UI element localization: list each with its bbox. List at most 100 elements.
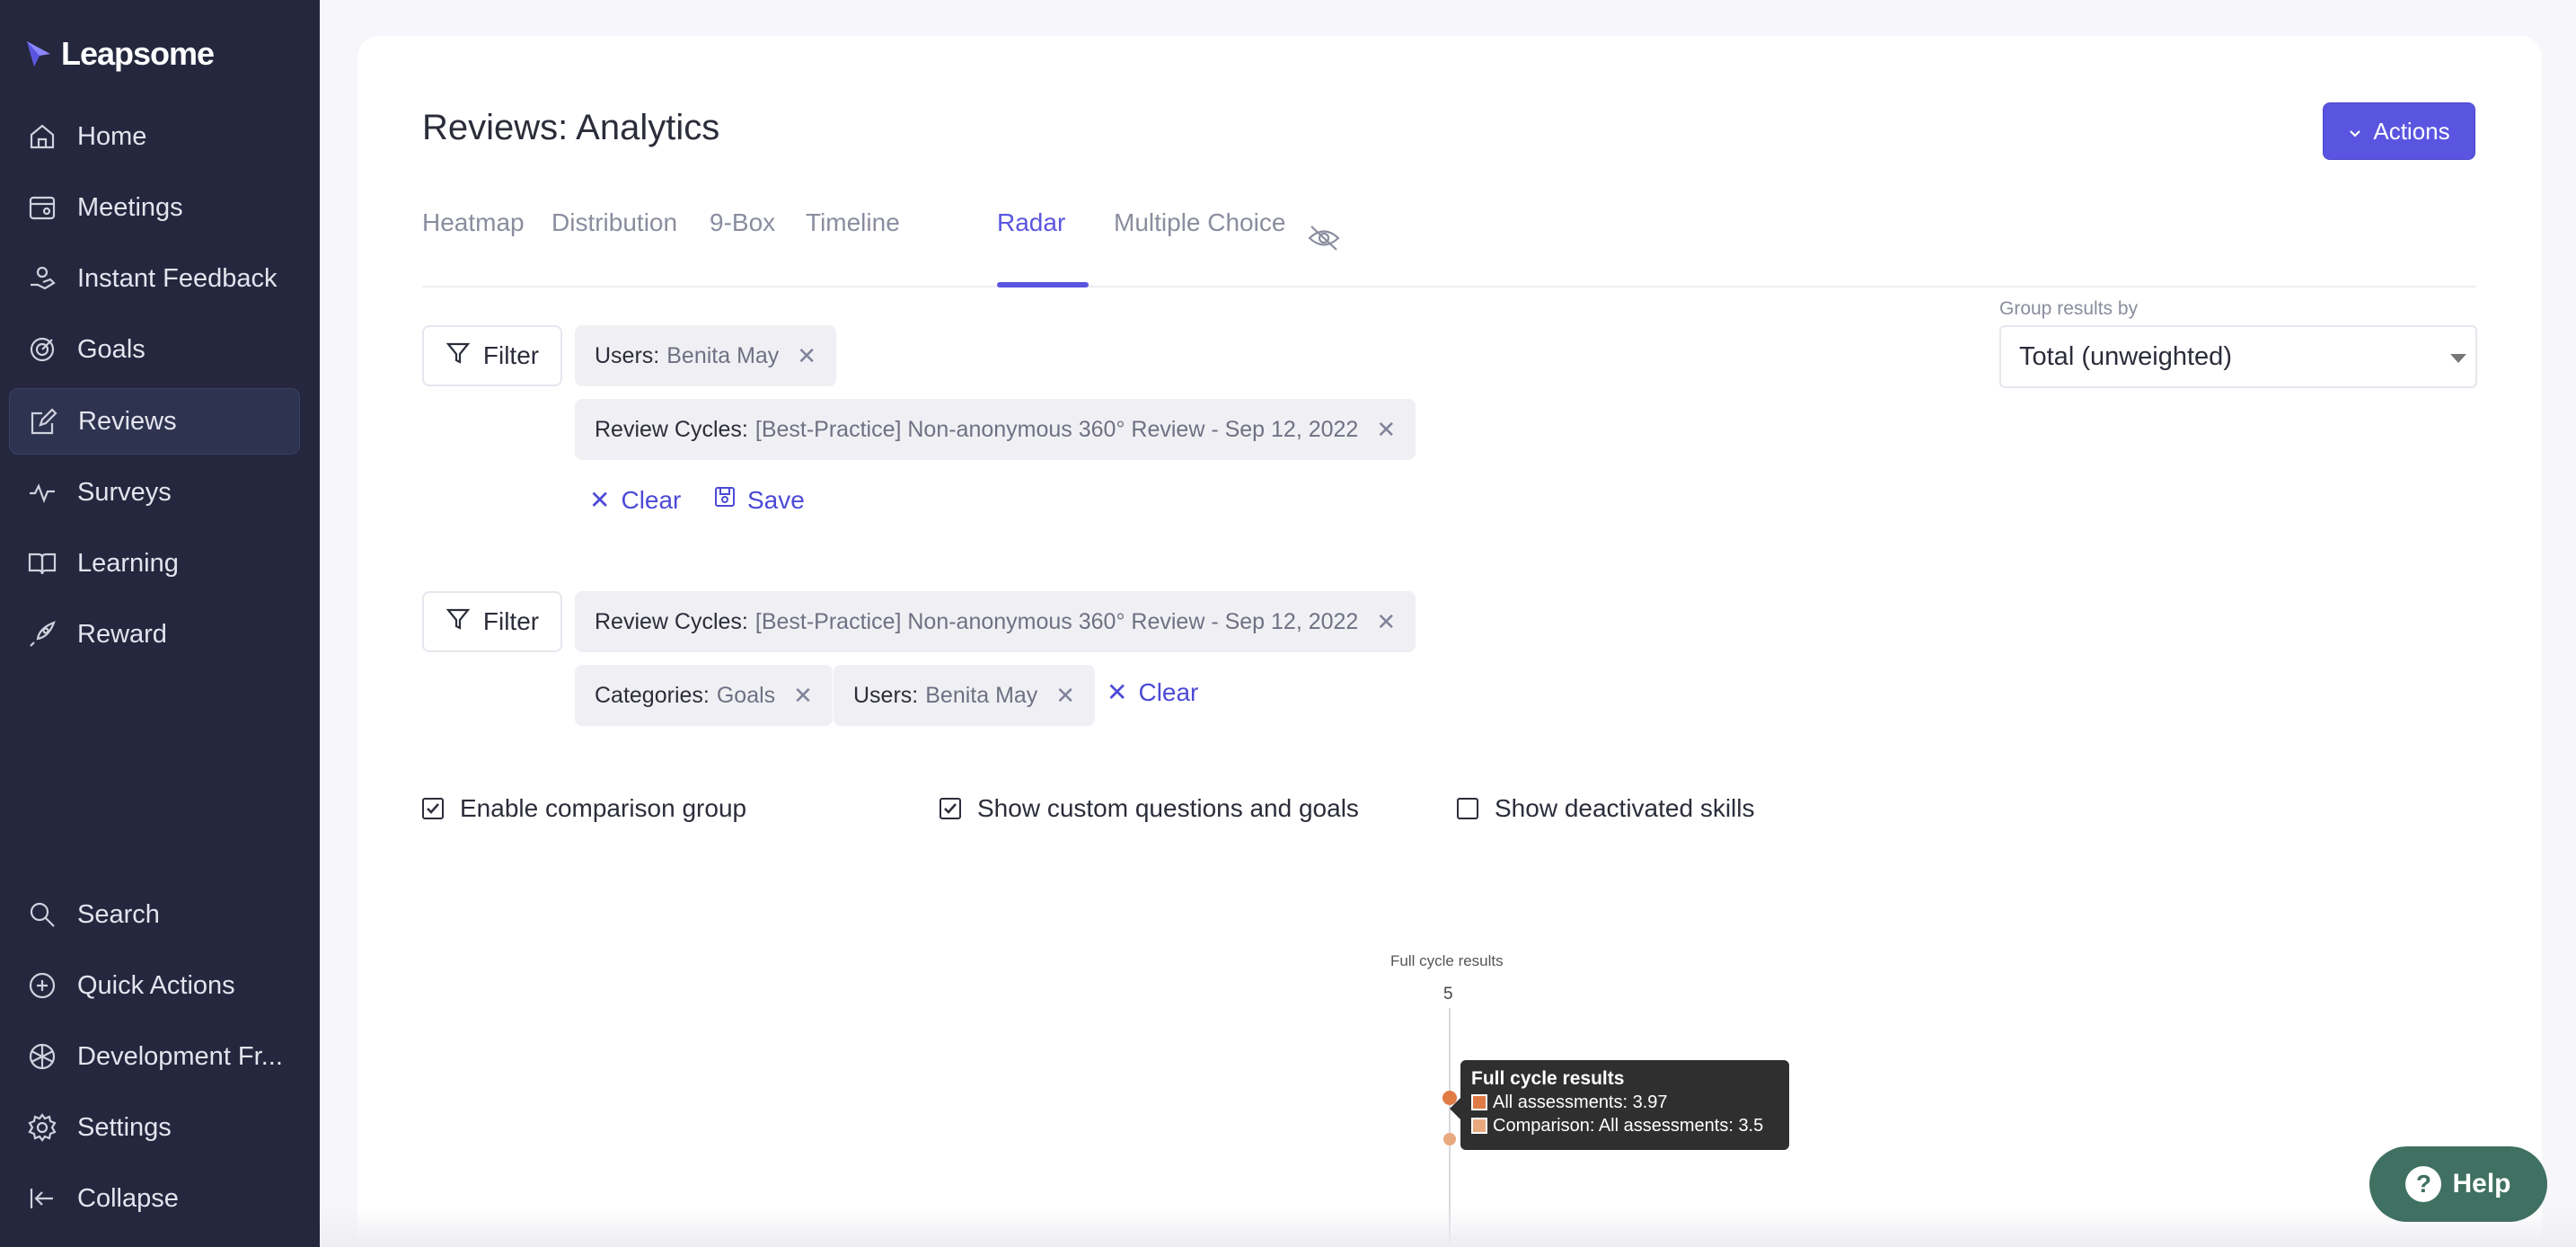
- sidebar-item-instant-feedback[interactable]: Instant Feedback: [9, 245, 300, 312]
- clear-label: Clear: [621, 485, 682, 514]
- sidebar-item-label: Meetings: [77, 192, 183, 222]
- gear-icon: [27, 1112, 57, 1143]
- legend-swatch: [1471, 1118, 1487, 1134]
- filter-chip-review-cycles: Review Cycles: [Best-Practice] Non-anony…: [575, 591, 1416, 652]
- learning-icon: [27, 548, 57, 579]
- funnel-icon: [446, 606, 471, 638]
- sidebar-item-settings[interactable]: Settings: [9, 1094, 300, 1161]
- close-icon[interactable]: ✕: [793, 682, 813, 710]
- chip-value: Goals: [716, 682, 776, 708]
- checkbox-unchecked-icon: [1457, 798, 1478, 819]
- analytics-tabs: Heatmap Distribution 9-Box Timeline Rada…: [422, 189, 2475, 287]
- tab-distribution[interactable]: Distribution: [551, 208, 677, 237]
- tab-9-box[interactable]: 9-Box: [710, 208, 775, 237]
- actions-button[interactable]: Actions: [2323, 102, 2475, 160]
- leapsome-logo[interactable]: Leapsome: [23, 32, 215, 75]
- actions-label: Actions: [2373, 117, 2450, 145]
- close-icon: ✕: [1107, 678, 1128, 706]
- chip-key: Review Cycles:: [595, 416, 748, 442]
- eye-off-icon[interactable]: [1308, 225, 1340, 252]
- group-by-select[interactable]: Total (unweighted): [1999, 325, 2477, 388]
- tab-radar[interactable]: Radar: [997, 208, 1065, 237]
- clear-comparison-filters-button[interactable]: ✕ Clear: [1107, 677, 1198, 707]
- sidebar-item-label: Goals: [77, 334, 146, 364]
- caret-down-icon: [2450, 354, 2466, 363]
- chart-tooltip: Full cycle results All assessments: 3.97…: [1450, 1060, 1789, 1150]
- sidebar-item-learning[interactable]: Learning: [9, 530, 300, 597]
- tooltip-title: Full cycle results: [1471, 1068, 1625, 1089]
- data-point-comparison[interactable]: [1443, 1132, 1456, 1145]
- comparison-filter-button[interactable]: Filter: [422, 591, 562, 652]
- sidebar-item-meetings[interactable]: Meetings: [9, 174, 300, 241]
- main-content: Reviews: Analytics Actions Heatmap Distr…: [357, 36, 2542, 1247]
- sidebar-item-reviews[interactable]: Reviews: [9, 388, 300, 455]
- close-icon[interactable]: ✕: [797, 342, 816, 370]
- surveys-icon: [27, 477, 57, 508]
- close-icon[interactable]: ✕: [1376, 608, 1396, 636]
- help-button[interactable]: ? Help: [2369, 1146, 2547, 1222]
- tab-heatmap[interactable]: Heatmap: [422, 208, 525, 237]
- sidebar: Leapsome Home Meetings Instant Feedback …: [0, 0, 320, 1247]
- filter-chip-review-cycles: Review Cycles: [Best-Practice] Non-anony…: [575, 399, 1416, 460]
- enable-comparison-checkbox[interactable]: Enable comparison group: [422, 794, 746, 823]
- filter-chip-users: Users: Benita May ✕: [834, 665, 1096, 726]
- tooltip-row: Comparison: All assessments: 3.5: [1471, 1114, 1778, 1137]
- close-icon: ✕: [589, 486, 611, 514]
- clear-label: Clear: [1138, 677, 1199, 706]
- sidebar-item-search[interactable]: Search: [9, 881, 300, 948]
- checkbox-label: Show custom questions and goals: [977, 794, 1359, 822]
- filter-label: Filter: [482, 607, 540, 635]
- active-tab-indicator: [997, 282, 1089, 287]
- legend-swatch: [1471, 1094, 1487, 1110]
- sidebar-item-label: Learning: [77, 548, 179, 578]
- sidebar-item-goals[interactable]: Goals: [9, 316, 300, 383]
- chip-key: Users:: [853, 682, 919, 708]
- chart-axis-label: Full cycle results: [1390, 952, 1504, 969]
- close-icon[interactable]: ✕: [1376, 416, 1396, 444]
- sidebar-item-home[interactable]: Home: [9, 103, 300, 170]
- bottom-fade: [320, 1207, 2576, 1247]
- sidebar-item-label: Development Fr...: [77, 1041, 283, 1071]
- sidebar-item-collapse[interactable]: Collapse: [9, 1165, 300, 1232]
- close-icon[interactable]: ✕: [1055, 682, 1075, 710]
- filter-label: Filter: [482, 341, 540, 369]
- chip-value: [Best-Practice] Non-anonymous 360° Revie…: [754, 416, 1359, 442]
- collapse-icon: [27, 1183, 57, 1214]
- checkbox-label: Show deactivated skills: [1495, 794, 1755, 822]
- search-icon: [27, 899, 57, 930]
- sidebar-item-development-framework[interactable]: Development Fr...: [9, 1023, 300, 1090]
- chip-key: Users:: [595, 342, 660, 368]
- chip-key: Categories:: [595, 682, 710, 708]
- reward-icon: [27, 619, 57, 650]
- reviews-icon: [28, 407, 58, 438]
- goals-icon: [27, 334, 57, 365]
- show-deactivated-skills-checkbox[interactable]: Show deactivated skills: [1457, 794, 1754, 823]
- funnel-icon: [446, 340, 471, 372]
- chevron-down-icon: [2348, 118, 2362, 146]
- save-label: Save: [747, 485, 805, 514]
- tab-timeline[interactable]: Timeline: [806, 208, 900, 237]
- clear-filters-button[interactable]: ✕ Clear: [589, 485, 681, 515]
- sidebar-item-quick-actions[interactable]: Quick Actions: [9, 952, 300, 1019]
- filter-chip-users: Users: Benita May ✕: [575, 325, 837, 386]
- sidebar-item-label: Surveys: [77, 477, 172, 507]
- checkbox-label: Enable comparison group: [460, 794, 747, 822]
- home-icon: [27, 121, 57, 152]
- feedback-icon: [27, 263, 57, 294]
- filter-button[interactable]: Filter: [422, 325, 562, 386]
- checkbox-checked-icon: [940, 798, 961, 819]
- meetings-icon: [27, 192, 57, 223]
- show-custom-questions-checkbox[interactable]: Show custom questions and goals: [940, 794, 1359, 823]
- chip-value: Benita May: [925, 682, 1038, 708]
- filter-chip-categories: Categories: Goals ✕: [575, 665, 833, 726]
- tab-multiple-choice[interactable]: Multiple Choice: [1114, 208, 1285, 237]
- tooltip-row: All assessments: 3.97: [1471, 1091, 1778, 1114]
- sidebar-item-label: Reward: [77, 619, 167, 649]
- sidebar-item-reward[interactable]: Reward: [9, 601, 300, 668]
- sidebar-item-label: Collapse: [77, 1183, 179, 1213]
- sidebar-item-surveys[interactable]: Surveys: [9, 459, 300, 526]
- tooltip-row-text: Comparison: All assessments: 3.5: [1493, 1116, 1764, 1136]
- help-label: Help: [2452, 1169, 2511, 1198]
- leapsome-logo-icon: [27, 41, 50, 66]
- save-filters-button[interactable]: Save: [713, 485, 805, 515]
